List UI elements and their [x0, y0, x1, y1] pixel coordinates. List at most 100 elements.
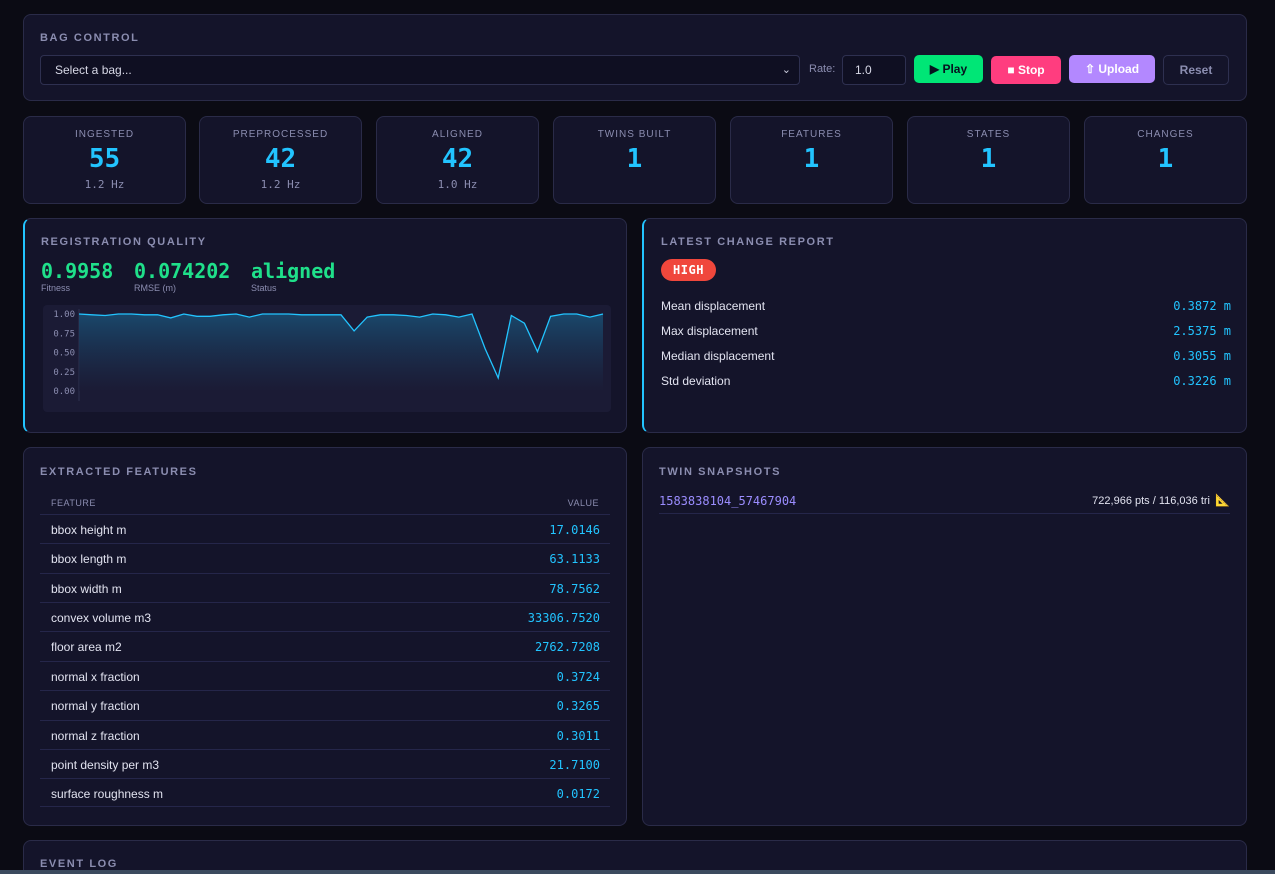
triangle-ruler-icon: 📐 — [1215, 493, 1230, 507]
feature-name: convex volume m3 — [51, 611, 152, 625]
stat-changes: CHANGES 1 — [1084, 116, 1247, 204]
extracted-features-panel: EXTRACTED FEATURES FEATURE VALUE bbox he… — [23, 447, 627, 826]
feature-value: 0.3011 — [556, 729, 600, 743]
fitness-area — [79, 314, 603, 391]
upload-button[interactable]: ⇧ Upload — [1069, 55, 1155, 83]
y-tick-label: 1.00 — [53, 310, 75, 320]
rate-label: Rate: — [809, 63, 836, 75]
bag-select[interactable]: Select a bag... ⌄ — [40, 55, 800, 85]
features-col-value: VALUE — [567, 498, 599, 508]
snapshot-list-item[interactable]: 1583838104_57467904 722,966 pts / 116,03… — [659, 492, 1230, 514]
change-row-value: 0.3226 m — [1173, 374, 1231, 388]
twin-snapshots-panel: TWIN SNAPSHOTS 1583838104_57467904 722,9… — [642, 447, 1247, 826]
table-row: surface roughness m 0.0172 — [40, 778, 610, 807]
reset-button[interactable]: Reset — [1163, 55, 1229, 85]
stat-label: TWINS BUILT — [597, 129, 672, 140]
stat-label: STATES — [966, 129, 1011, 140]
change-row-label: Mean displacement — [661, 299, 766, 313]
event-log-title: EVENT LOG — [40, 858, 118, 870]
feature-value: 78.7562 — [549, 582, 600, 596]
y-tick-label: 0.00 — [53, 387, 75, 397]
feature-value: 0.3265 — [556, 699, 600, 713]
snapshots-title: TWIN SNAPSHOTS — [659, 466, 782, 478]
change-row-median: Median displacement 0.3055 m — [661, 349, 1231, 369]
registration-quality-panel: REGISTRATION QUALITY 0.9958 Fitness 0.07… — [23, 218, 627, 433]
change-row-value: 2.5375 m — [1173, 324, 1231, 338]
table-row: bbox length m 63.1133 — [40, 543, 610, 572]
severity-badge: HIGH — [661, 259, 716, 281]
horizontal-scrollbar[interactable] — [0, 870, 1275, 874]
feature-name: normal z fraction — [51, 729, 140, 743]
status-label: Status — [251, 283, 277, 293]
table-row: point density per m3 21.7100 — [40, 749, 610, 778]
table-row: convex volume m3 33306.7520 — [40, 602, 610, 631]
stat-value: 1 — [980, 144, 997, 174]
rmse-value: 0.074202 — [134, 259, 231, 283]
y-tick-label: 0.50 — [53, 349, 75, 359]
change-row-label: Std deviation — [661, 374, 731, 388]
feature-value: 63.1133 — [549, 552, 600, 566]
feature-name: normal y fraction — [51, 699, 140, 713]
stat-value: 42 — [441, 144, 474, 174]
feature-value: 0.0172 — [556, 787, 600, 801]
stat-value: 1 — [626, 144, 643, 174]
status-value: aligned — [251, 259, 336, 283]
feature-name: bbox width m — [51, 582, 122, 596]
feature-name: bbox height m — [51, 523, 127, 537]
fitness-label: Fitness — [41, 283, 71, 293]
registration-title: REGISTRATION QUALITY — [41, 236, 207, 248]
change-report-panel: LATEST CHANGE REPORT HIGH Mean displacem… — [642, 218, 1247, 433]
stat-value: 42 — [264, 144, 297, 174]
stat-label: PREPROCESSED — [232, 129, 329, 140]
stat-value: 1 — [803, 144, 820, 174]
chevron-down-icon: ⌄ — [781, 64, 791, 76]
stat-label: CHANGES — [1137, 129, 1194, 140]
stat-label: INGESTED — [74, 129, 135, 140]
change-row-value: 0.3872 m — [1173, 299, 1231, 313]
stat-rate: 1.2 Hz — [84, 178, 125, 191]
stop-button[interactable]: ■ Stop — [991, 56, 1061, 84]
event-log-panel: EVENT LOG — [23, 840, 1247, 874]
stat-twins-built: TWINS BUILT 1 — [553, 116, 716, 204]
stat-value: 1 — [1157, 144, 1174, 174]
features-title: EXTRACTED FEATURES — [40, 466, 198, 478]
table-row: normal x fraction 0.3724 — [40, 661, 610, 690]
snapshot-stats: 722,966 pts / 116,036 tri — [1092, 495, 1210, 507]
change-report-title: LATEST CHANGE REPORT — [661, 236, 835, 248]
feature-value: 33306.7520 — [527, 611, 600, 625]
stat-features: FEATURES 1 — [730, 116, 893, 204]
stat-value: 55 — [88, 144, 121, 174]
change-row-value: 0.3055 m — [1173, 349, 1231, 363]
stat-rate: 1.0 Hz — [437, 178, 478, 191]
feature-value: 2762.7208 — [534, 640, 600, 654]
table-row: normal z fraction 0.3011 — [40, 720, 610, 749]
feature-value: 17.0146 — [549, 523, 600, 537]
fitness-chart-svg: 1.00 0.75 0.50 0.25 0.00 — [53, 309, 604, 401]
bag-control-panel: BAG CONTROL Select a bag... ⌄ Rate: 1.0 … — [23, 14, 1247, 101]
bag-select-placeholder: Select a bag... — [55, 63, 132, 77]
change-row-max: Max displacement 2.5375 m — [661, 324, 1231, 344]
snapshot-id[interactable]: 1583838104_57467904 — [659, 494, 796, 508]
bag-control-title: BAG CONTROL — [40, 32, 140, 44]
table-row: bbox width m 78.7562 — [40, 573, 610, 602]
stat-ingested: INGESTED 55 1.2 Hz — [23, 116, 186, 204]
fitness-value: 0.9958 — [41, 259, 114, 283]
play-button[interactable]: ▶ Play — [914, 55, 983, 83]
feature-name: bbox length m — [51, 552, 127, 566]
stat-preprocessed: PREPROCESSED 42 1.2 Hz — [199, 116, 362, 204]
stat-aligned: ALIGNED 42 1.0 Hz — [376, 116, 539, 204]
table-row: floor area m2 2762.7208 — [40, 631, 610, 660]
change-row-label: Median displacement — [661, 349, 775, 363]
feature-name: surface roughness m — [51, 787, 164, 801]
stat-rate: 1.2 Hz — [260, 178, 301, 191]
feature-name: floor area m2 — [51, 640, 122, 654]
stat-label: FEATURES — [781, 129, 842, 140]
change-row-std: Std deviation 0.3226 m — [661, 374, 1231, 394]
change-row-label: Max displacement — [661, 324, 758, 338]
y-tick-label: 0.75 — [53, 329, 75, 339]
change-row-mean: Mean displacement 0.3872 m — [661, 299, 1231, 319]
stat-label: ALIGNED — [432, 129, 483, 140]
stat-states: STATES 1 — [907, 116, 1070, 204]
rate-input[interactable]: 1.0 — [842, 55, 906, 85]
feature-value: 0.3724 — [556, 670, 600, 684]
